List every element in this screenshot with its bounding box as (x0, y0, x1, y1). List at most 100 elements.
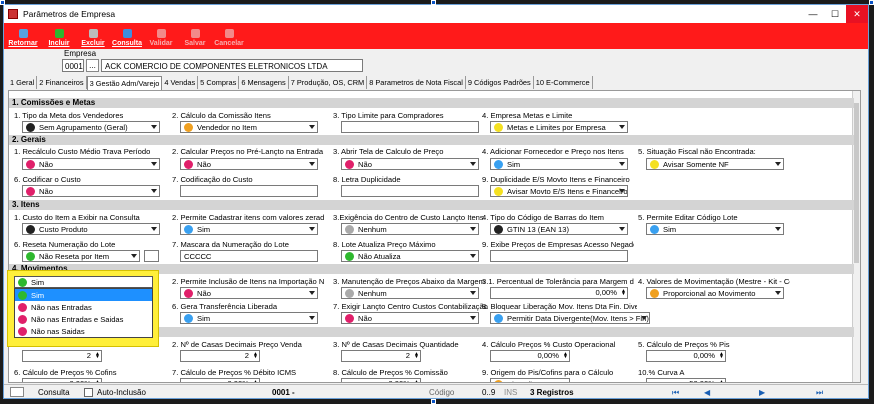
spinner-icon[interactable]: ▲▼ (413, 380, 419, 383)
chevron-down-icon[interactable] (309, 316, 315, 320)
next-record-icon[interactable]: ▶ (759, 385, 765, 398)
combo-f25[interactable]: Avisar Somente NF (646, 158, 784, 170)
combo-f38[interactable]: Não Atualiza (341, 250, 479, 262)
chevron-down-icon[interactable] (561, 382, 567, 383)
combo-f46[interactable]: Sim (180, 312, 318, 324)
chevron-down-icon[interactable] (619, 189, 625, 193)
chevron-down-icon[interactable] (309, 291, 315, 295)
number-f51[interactable]: 2 ▲ ▼ (22, 350, 102, 362)
chevron-down-icon[interactable] (619, 227, 625, 231)
tab-6[interactable]: 6 Mensagens (239, 76, 289, 89)
tab-10[interactable]: 10 E-Commerce (534, 76, 593, 89)
chevron-down-icon[interactable] (309, 125, 315, 129)
chevron-down-icon[interactable] (309, 227, 315, 231)
number-f56[interactable]: 0,00%▲▼ (22, 378, 102, 383)
consulta-button[interactable]: Consulta (110, 23, 144, 49)
chevron-down-icon[interactable] (470, 254, 476, 258)
number-f57[interactable]: 0,00%▲▼ (180, 378, 260, 383)
previous-record-icon[interactable]: ◀ (704, 385, 710, 398)
tab-2[interactable]: 2 Financeiros (37, 76, 87, 89)
combo-f59[interactable]: Situação (490, 378, 570, 383)
chevron-down-icon[interactable] (151, 162, 157, 166)
excluir-button[interactable]: Excluir (76, 23, 110, 49)
spinner-icon[interactable]: ▲▼ (94, 352, 100, 360)
spinner-icon[interactable]: ▲▼ (94, 380, 100, 383)
dropdown-option[interactable]: Não nas Entradas e Saidas (15, 313, 152, 325)
empresa-lookup-button[interactable]: ... (86, 59, 99, 72)
chevron-down-icon[interactable] (131, 254, 137, 258)
combo-f33[interactable]: Nenhum (341, 223, 479, 235)
maximize-button[interactable]: ☐ (824, 5, 846, 23)
combo-f34[interactable]: GTIN 13 (EAN 13) (490, 223, 628, 235)
text-f27[interactable] (180, 185, 318, 197)
reset-lot-button[interactable] (144, 250, 159, 262)
combo-f47[interactable]: Não (341, 312, 479, 324)
dropdown-selected[interactable]: Sim (14, 276, 153, 288)
combo-f43[interactable]: Nenhum (341, 287, 479, 299)
chevron-down-icon[interactable] (470, 316, 476, 320)
retornar-button[interactable]: Retornar (4, 23, 42, 49)
chevron-down-icon[interactable] (309, 162, 315, 166)
number-f54[interactable]: 0,00% ▲ ▼ (490, 350, 570, 362)
text-f37[interactable]: CCCCC (180, 250, 318, 262)
incluir-button[interactable]: Incluir (42, 23, 76, 49)
number-f52[interactable]: 2 ▲ ▼ (180, 350, 260, 362)
tab-8[interactable]: 8 Parametros de Nota Fiscal (367, 76, 466, 89)
combo-f48[interactable]: Permitir Data Divergente(Mov. Itens > Fi… (490, 312, 650, 324)
spinner-icon[interactable]: ▲▼ (620, 289, 626, 297)
combo-f26[interactable]: Não (22, 185, 160, 197)
combo-f35[interactable]: Sim (646, 223, 784, 235)
minimize-button[interactable]: — (802, 5, 824, 23)
combo-f45[interactable]: Proporcional ao Movimento (646, 287, 784, 299)
text-f28[interactable] (341, 185, 479, 197)
combo-f31[interactable]: Custo Produto (22, 223, 160, 235)
tab-3[interactable]: 3 Gestão Adm/Varejo (86, 76, 163, 90)
dropdown-option[interactable]: Não nas Saidas (15, 325, 152, 337)
chevron-down-icon[interactable] (151, 189, 157, 193)
chevron-down-icon[interactable] (775, 162, 781, 166)
combo-f11[interactable]: Sem Agrupamento (Geral) (22, 121, 160, 133)
combo-f36[interactable]: Não Reseta por Item (22, 250, 140, 262)
combo-f14[interactable]: Metas e Limites por Empresa (490, 121, 628, 133)
spinner-icon[interactable]: ▲▼ (252, 380, 258, 383)
spinner-icon[interactable]: ▲▼ (718, 380, 724, 383)
chevron-down-icon[interactable] (470, 227, 476, 231)
number-f510[interactable]: 50,00%▲▼ (646, 378, 726, 383)
spinner-icon[interactable]: ▲▼ (413, 352, 419, 360)
tab-5[interactable]: 5 Compras (198, 76, 240, 89)
combo-f24[interactable]: Sim (490, 158, 628, 170)
chevron-down-icon[interactable] (151, 125, 157, 129)
last-record-icon[interactable]: ⏭ (816, 385, 823, 398)
spinner-icon[interactable]: ▲▼ (562, 352, 568, 360)
chevron-down-icon[interactable] (619, 162, 625, 166)
combo-f21[interactable]: Não (22, 158, 160, 170)
spinner-icon[interactable]: ▲▼ (252, 352, 258, 360)
combo-f32[interactable]: Sim (180, 223, 318, 235)
number-f55[interactable]: 0,00% ▲ ▼ (646, 350, 726, 362)
number-f44[interactable]: 0,00% ▲ ▼ (490, 287, 628, 299)
combo-f42[interactable]: Não (180, 287, 318, 299)
chevron-down-icon[interactable] (151, 227, 157, 231)
close-button[interactable]: ✕ (846, 5, 868, 23)
scrollbar-thumb[interactable] (854, 103, 859, 263)
chevron-down-icon[interactable] (470, 162, 476, 166)
chevron-down-icon[interactable] (641, 316, 647, 320)
combo-f23[interactable]: Não (341, 158, 479, 170)
number-f53[interactable]: 2 ▲ ▼ (341, 350, 421, 362)
chevron-down-icon[interactable] (470, 291, 476, 295)
dropdown-option[interactable]: Não nas Entradas (15, 301, 152, 313)
tab-4[interactable]: 4 Vendas (162, 76, 199, 89)
combo-f12[interactable]: Vendedor no Item (180, 121, 318, 133)
tab-7[interactable]: 7 Produção, OS, CRM (289, 76, 368, 89)
auto-inclusion-checkbox[interactable] (84, 388, 93, 397)
spinner-icon[interactable]: ▲▼ (718, 352, 724, 360)
number-f58[interactable]: 0,00%▲▼ (341, 378, 421, 383)
combo-f29[interactable]: Avisar Movto E/S Itens e Financeiro (490, 185, 628, 197)
empresa-code-field[interactable]: 0001 (62, 59, 84, 72)
tab-1[interactable]: 1 Geral (8, 76, 38, 89)
first-record-icon[interactable]: ⏮ (672, 385, 679, 398)
tab-9[interactable]: 9 Códigos Padrões (466, 76, 534, 89)
text-f13[interactable] (341, 121, 479, 133)
text-f39[interactable] (490, 250, 628, 262)
dropdown-option[interactable]: Sim (15, 289, 152, 301)
